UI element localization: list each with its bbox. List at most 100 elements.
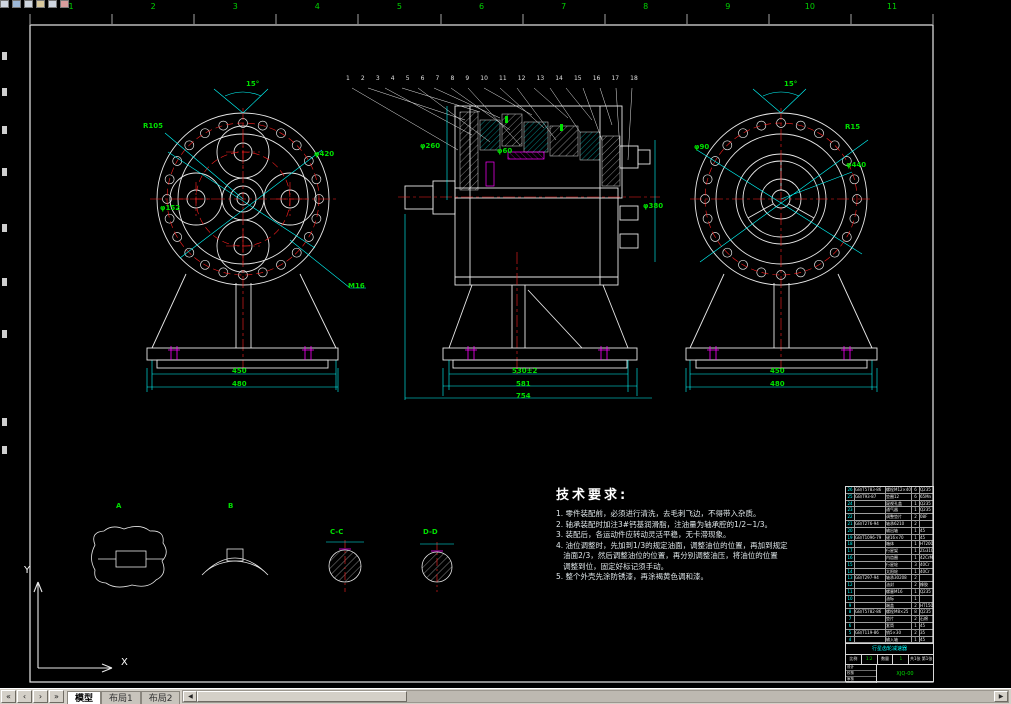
ucs-y-label: Y [24,565,31,576]
bom-cell-mat: HT150 [920,602,933,608]
toolbar-icon-1[interactable] [0,0,9,8]
bom-cell-num: 20 [846,527,855,534]
toolbar-icon-4[interactable] [36,0,45,8]
bom-cell-code: GB/T276-94 [855,520,886,527]
tech-requirements: 技术要求: 1. 零件装配前，必须进行清洗，去毛刺飞边，不得带入杂质。 2. 轴承… [556,484,886,583]
bom-cell-qty: 1 [912,636,920,643]
bom-cell-mat: 40Cr [920,561,930,567]
bom-cell-code [855,588,886,595]
bom-row: 18 箱体 1 HT200 [846,541,933,549]
toolbar-icon-6[interactable] [60,0,69,8]
rear-stand [685,273,878,369]
bom-cell-qty: 1 [912,507,920,514]
bom-cell-code [855,500,886,507]
bom-cell-name: 螺栓M8×25 [886,609,912,616]
bom-cell-num: 5 [846,629,855,636]
bom-cell-qty: 1 [912,588,920,595]
bom-cell-name: 螺塞M16 [886,588,912,595]
bom-cell-num: 4 [846,636,855,643]
bom-cell-qty: 2 [912,520,920,527]
bom-cell-name: 油封 [886,582,912,588]
section-seals [485,151,545,187]
bom-cell-num: 21 [846,520,855,527]
bom-cell-mat: 42CrMo [920,554,933,560]
bom-cell-qty: 6 [912,493,920,500]
tab-nav-prev-button[interactable]: ‹ [17,690,32,703]
bom-cell-name: 垫片 [886,616,912,622]
scroll-left-button[interactable]: ◀ [183,691,198,702]
bom-cell-mat: 65Mn [920,493,932,499]
bom-row: 10 油标 1 [846,595,933,603]
bom-cell-mat: 45 [920,527,926,533]
bom-cell-qty: 1 [912,548,920,554]
bom-cell-name: 键16×70 [886,534,912,541]
bom-row: 17 行星架 1 ZG310 [846,548,933,555]
bom-cell-mat: ZG310 [920,548,933,554]
tech-requirements-title: 技术要求: [556,488,629,503]
bom-cell-code [855,541,886,548]
bom-cell-qty: 8 [912,609,920,616]
toolbar-icon-2[interactable] [12,0,21,8]
bom-cell-name: 调整垫片 [886,514,912,520]
bom-cell-code [855,554,886,561]
bom-cell-num: 18 [846,541,855,548]
detail-views [91,526,454,592]
bom-row: 15 行星轮 3 40Cr [846,561,933,569]
bom-cell-code: GB/T93-87 [855,493,886,500]
bom-cell-mat: Q235 [920,487,931,492]
bom-cell-qty: 1 [912,527,920,534]
bom-cell-mat: Q235 [920,588,931,594]
horizontal-scrollbar[interactable]: ◀ ▶ [182,690,1009,703]
layout-tab[interactable]: 模型 [67,690,102,704]
bom-cell-mat [920,521,933,527]
bom-cell-name: 销5×30 [886,629,912,636]
bom-row: 19 GB/T1096-79 键16×70 1 45 [846,534,933,542]
scrollbar-track[interactable] [407,691,994,702]
bom-row: 20 输出轴 1 45 [846,527,933,535]
bom-cell-name: 轴承30208 [886,575,912,582]
layout-tab[interactable]: 布局1 [101,690,141,704]
left-margin-marks [2,52,7,454]
bom-cell-name: 太阳轮 [886,568,912,575]
bom-cell-mat: Q235 [920,500,931,506]
section-view [351,87,660,400]
bom-cell-name: 窥视孔盖 [886,500,912,507]
bom-cell-num: 24 [846,500,855,507]
bom-cell-code [855,548,886,554]
bom-cell-num: 9 [846,602,855,609]
tab-nav-next-button[interactable]: › [33,690,48,703]
sheet-info: 共1张 第1张 [909,656,933,661]
tech-requirements-line: 1. 零件装配前，必须进行清洗，去毛刺飞边，不得带入杂质。 [556,509,761,518]
bom-cell-name: 垫圈12 [886,493,912,500]
drawing-canvas[interactable]: 1 2 3 4 5 6 7 8 9 10 11 1 2 3 4 5 6 7 8 9 10 11 12 13 14 15 16 17 1… [0,0,1011,688]
bom-cell-code: GB/T297-94 [855,575,886,582]
bom-cell-qty: 1 [912,622,920,629]
title-block: 行星齿轮减速器 比例 1:2 数量 1 共1张 第1张 设计 校核 审核 XJQ… [845,643,934,683]
toolbar-icon-3[interactable] [24,0,33,8]
bom-cell-code: GB/T5783-86 [855,487,886,493]
tab-nav-last-button[interactable]: » [49,690,64,703]
bom-cell-code [855,514,886,520]
bom-cell-num: 22 [846,514,855,520]
bom-cell-name: 行星架 [886,548,912,554]
bom-cell-mat: 40Cr [920,568,930,574]
bom-row: 8 GB/T5782-86 螺栓M8×25 8 Q235 [846,609,933,617]
bom-cell-name: 轴承6210 [886,520,912,527]
bom-cell-num: 15 [846,561,855,568]
toolbar-icon-5[interactable] [48,0,57,8]
bom-cell-mat: 45 [920,534,926,540]
scroll-right-button[interactable]: ▶ [994,691,1008,702]
bom-cell-code [855,622,886,629]
bom-cell-name: 油标 [886,595,912,602]
bom-cell-code [855,582,886,588]
layout-tab-bar: « ‹ › » 模型 布局1 布局2 ◀ ▶ [0,688,1011,704]
layout-tab[interactable]: 布局2 [140,690,181,704]
detail-b-outline [201,557,269,576]
bom-cell-name: 内齿圈 [886,554,912,561]
scrollbar-thumb[interactable] [197,691,408,702]
scale-value: 1:2 [862,655,878,664]
bom-cell-num: 10 [846,595,855,602]
tab-nav-first-button[interactable]: « [1,690,16,703]
bom-cell-name: 输入轴 [886,636,912,643]
scale-label: 比例 [846,655,862,664]
